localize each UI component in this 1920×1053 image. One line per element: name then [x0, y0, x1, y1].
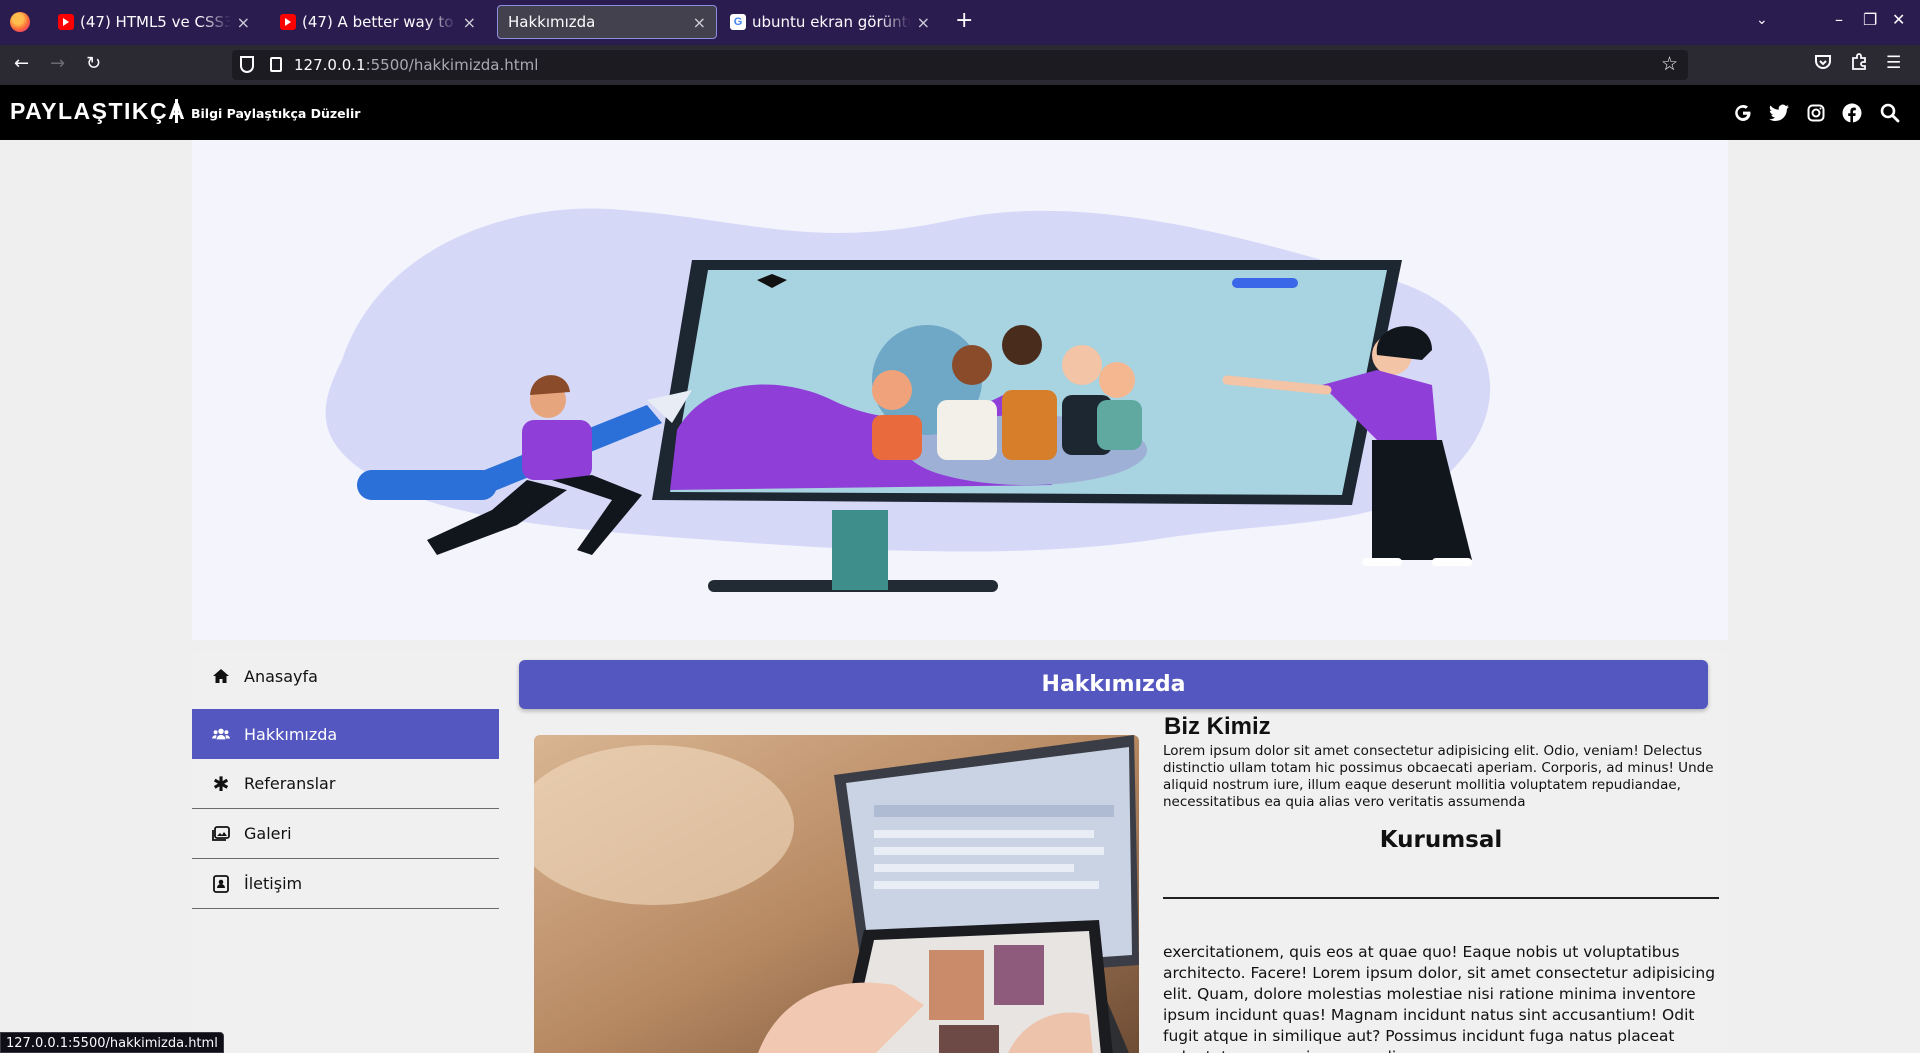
- page-title: Hakkımızda: [519, 660, 1708, 709]
- new-tab-button[interactable]: +: [955, 8, 973, 33]
- contact-card-icon: [212, 874, 230, 893]
- close-icon[interactable]: ×: [463, 13, 476, 32]
- sidebar-item-referanslar[interactable]: ✱ Referanslar: [192, 759, 499, 809]
- sidebar-item-label: Referanslar: [244, 774, 336, 793]
- sidebar-item-label: İletişim: [244, 874, 303, 893]
- url-host: 127.0.0.1: [294, 56, 366, 74]
- sidebar-item-label: Hakkımızda: [244, 724, 338, 744]
- list-all-tabs-button[interactable]: ⌄: [1756, 12, 1768, 28]
- bookmark-star-icon[interactable]: ☆: [1661, 53, 1678, 75]
- search-icon[interactable]: [1879, 102, 1901, 124]
- tracking-protection-icon[interactable]: [240, 56, 254, 73]
- youtube-icon: [280, 14, 296, 30]
- side-navigation: Anasayfa Hakkımızda ✱ Referanslar Galeri…: [192, 651, 499, 1053]
- tab-google-ubuntu[interactable]: G ubuntu ekran görüntüsü ×: [720, 5, 940, 39]
- browser-tab-strip: (47) HTML5 ve CSS3 ile Baştan Sona × (47…: [0, 0, 1920, 45]
- close-window-button[interactable]: ✕: [1892, 10, 1905, 29]
- tab-youtube-install[interactable]: (47) A better way to Install ×: [270, 5, 486, 39]
- close-icon[interactable]: ×: [693, 13, 706, 32]
- reload-button[interactable]: ↻: [86, 53, 101, 74]
- tab-title: ubuntu ekran görüntüsü: [752, 13, 911, 31]
- about-text-column: Biz Kimiz Lorem ipsum dolor sit amet con…: [1163, 713, 1719, 1053]
- divider: [175, 99, 178, 123]
- forward-button[interactable]: →: [50, 53, 65, 74]
- tab-title: (47) HTML5 ve CSS3 ile Baştan Sona: [80, 13, 231, 31]
- sidebar-item-galeri[interactable]: Galeri: [192, 809, 499, 859]
- site-logo[interactable]: PAYLAŞTIKÇA: [10, 98, 186, 125]
- sidebar-item-label: Galeri: [244, 824, 292, 843]
- address-bar[interactable]: 127.0.0.1:5500/hakkimizda.html ☆: [232, 50, 1688, 80]
- tab-youtube-html5[interactable]: (47) HTML5 ve CSS3 ile Baştan Sona ×: [48, 5, 260, 39]
- section-paragraph: Lorem ipsum dolor sit amet consectetur a…: [1163, 743, 1714, 810]
- status-bar-url: 127.0.0.1:5500/hakkimizda.html: [0, 1032, 224, 1053]
- users-icon: [212, 725, 230, 743]
- about-photo: [534, 735, 1139, 1053]
- tab-hakkimizda[interactable]: Hakkımızda ×: [497, 5, 717, 39]
- section-heading-biz-kimiz: Biz Kimiz: [1164, 713, 1271, 740]
- back-button[interactable]: ←: [14, 53, 29, 74]
- divider: [1163, 897, 1719, 899]
- images-icon: [212, 825, 230, 843]
- content-panel: Anasayfa Hakkımızda ✱ Referanslar Galeri…: [192, 651, 1728, 1053]
- url-path: :5500/hakkimizda.html: [365, 56, 539, 74]
- google-icon[interactable]: [1732, 102, 1754, 124]
- close-icon[interactable]: ×: [917, 13, 930, 32]
- firefox-icon[interactable]: [10, 12, 30, 32]
- sidebar-item-anasayfa[interactable]: Anasayfa: [192, 651, 499, 701]
- close-icon[interactable]: ×: [237, 13, 250, 32]
- google-icon: G: [730, 14, 746, 30]
- hero-illustration: [325, 208, 1491, 592]
- asterisk-icon: ✱: [212, 771, 230, 796]
- extensions-icon[interactable]: [1850, 53, 1868, 76]
- facebook-icon[interactable]: [1841, 102, 1863, 124]
- section-heading-kurumsal: Kurumsal: [1379, 827, 1503, 853]
- youtube-icon: [58, 14, 74, 30]
- twitter-icon[interactable]: [1768, 102, 1790, 124]
- url-text[interactable]: 127.0.0.1:5500/hakkimizda.html: [294, 56, 538, 74]
- page-info-icon[interactable]: [270, 57, 282, 72]
- home-icon: [212, 667, 230, 685]
- tab-title: (47) A better way to Install: [302, 13, 457, 31]
- sidebar-item-label: Anasayfa: [244, 666, 318, 686]
- site-header: PAYLAŞTIKÇA Bilgi Paylaştıkça Düzelir: [0, 85, 1920, 140]
- sidebar-item-iletisim[interactable]: İletişim: [192, 859, 499, 909]
- site-tagline: Bilgi Paylaştıkça Düzelir: [191, 106, 361, 121]
- restore-button[interactable]: ❐: [1863, 10, 1877, 29]
- app-menu-icon[interactable]: ☰: [1886, 53, 1901, 73]
- minimize-button[interactable]: –: [1835, 10, 1843, 29]
- sidebar-item-hakkimizda[interactable]: Hakkımızda: [192, 709, 499, 759]
- navigation-toolbar: ← → ↻ 127.0.0.1:5500/hakkimizda.html ☆ ☰: [0, 45, 1920, 85]
- instagram-icon[interactable]: [1805, 102, 1827, 124]
- hero-banner: [192, 140, 1728, 640]
- pocket-icon[interactable]: [1814, 53, 1832, 76]
- tab-title: Hakkımızda: [508, 13, 596, 31]
- section-paragraph: exercitationem, quis eos at quae quo! Ea…: [1163, 943, 1716, 1053]
